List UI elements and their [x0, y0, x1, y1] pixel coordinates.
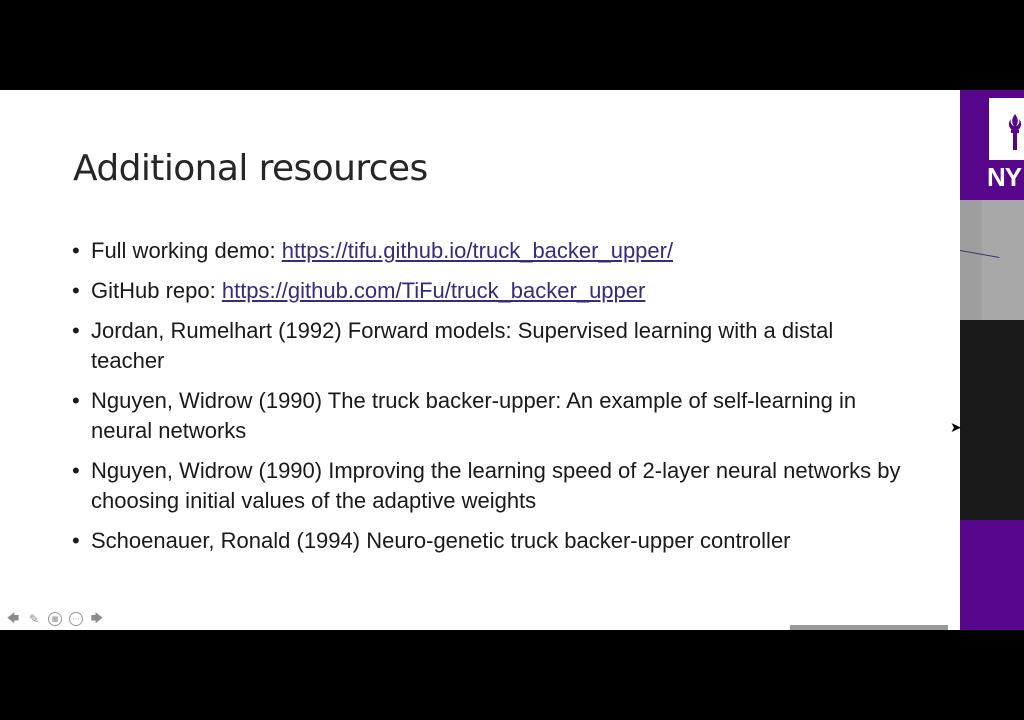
bullet: •	[72, 278, 80, 303]
item-text: Full working demo:	[91, 238, 282, 263]
pen-icon[interactable]: ✎	[25, 611, 43, 627]
mouse-cursor-icon: ➤	[950, 420, 962, 436]
list-item: • Full working demo: https://tifu.github…	[72, 236, 902, 266]
presentation-viewer: Additional resources • Full working demo…	[0, 0, 1024, 720]
item-text: GitHub repo:	[91, 278, 222, 303]
demo-link[interactable]: https://tifu.github.io/truck_backer_uppe…	[282, 238, 673, 263]
speaker-video-panel: NY	[960, 90, 1024, 630]
torch-icon	[1008, 114, 1022, 150]
list-item: • GitHub repo: https://github.com/TiFu/t…	[72, 276, 902, 306]
video-shadow-area	[960, 320, 1024, 520]
bullet: •	[72, 388, 80, 413]
more-icon[interactable]: ⋯	[67, 611, 85, 627]
bullet: •	[72, 528, 80, 553]
github-link[interactable]: https://github.com/TiFu/truck_backer_upp…	[222, 278, 646, 303]
bullet: •	[72, 458, 80, 483]
item-text: Schoenauer, Ronald (1994) Neuro-genetic …	[91, 528, 791, 553]
slides-grid-icon[interactable]: ▦	[46, 611, 64, 627]
slide: Additional resources • Full working demo…	[0, 90, 960, 630]
slide-title: Additional resources	[73, 148, 428, 189]
arrow-left-icon[interactable]: 🡄	[4, 611, 22, 627]
list-item: • Nguyen, Widrow (1990) The truck backer…	[72, 386, 902, 446]
brand-strip	[960, 520, 1024, 630]
item-text: Nguyen, Widrow (1990) The truck backer-u…	[91, 388, 857, 443]
slide-progress-bar	[790, 625, 948, 630]
slides-grid-glyph: ▦	[48, 612, 62, 626]
logo-text: NY	[987, 162, 1022, 192]
presenter-toolbar: 🡄 ✎ ▦ ⋯ 🡆	[4, 610, 106, 628]
bullet: •	[72, 238, 80, 263]
list-item: • Jordan, Rumelhart (1992) Forward model…	[72, 316, 902, 376]
list-item: • Schoenauer, Ronald (1994) Neuro-geneti…	[72, 526, 902, 556]
more-glyph: ⋯	[69, 612, 83, 626]
arrow-right-icon[interactable]: 🡆	[88, 611, 106, 627]
item-text: Nguyen, Widrow (1990) Improving the lear…	[91, 458, 901, 513]
bullet: •	[72, 318, 80, 343]
item-text: Jordan, Rumelhart (1992) Forward models:…	[91, 318, 834, 373]
list-item: • Nguyen, Widrow (1990) Improving the le…	[72, 456, 902, 516]
resource-list: • Full working demo: https://tifu.github…	[72, 236, 902, 566]
